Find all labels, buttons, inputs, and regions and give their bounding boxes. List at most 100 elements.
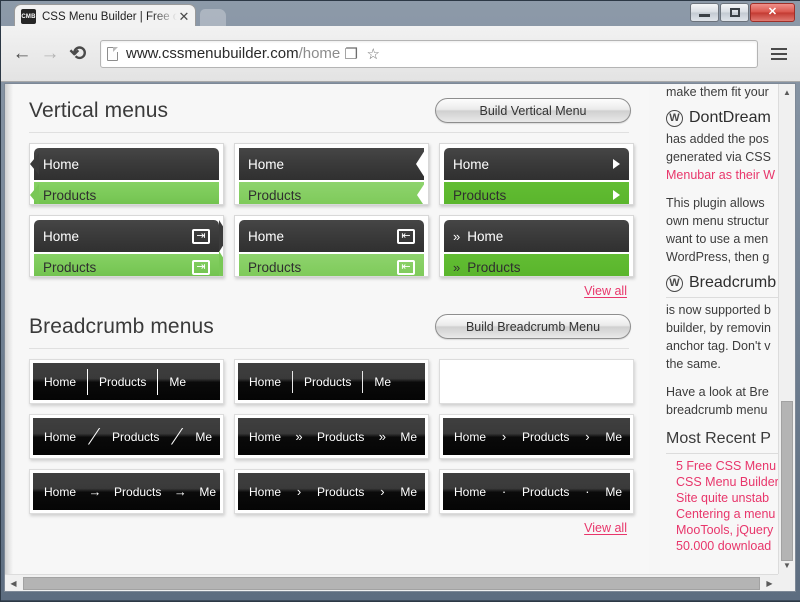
vertical-scroll-track[interactable] (779, 101, 795, 557)
maximize-icon (730, 8, 740, 17)
back-icon[interactable]: ← (8, 40, 36, 68)
breadcrumb-item[interactable]: Me (363, 375, 402, 389)
build-vertical-menu-button[interactable]: Build Vertical Menu (435, 98, 631, 123)
close-button[interactable]: ✕ (750, 3, 795, 22)
menu-item-home[interactable]: »Home (444, 220, 629, 252)
breadcrumb-item[interactable]: Home (33, 430, 87, 444)
breadcrumb-card[interactable]: Home›Products›Me (439, 414, 634, 459)
list-item[interactable]: MooTools, jQuery (676, 522, 778, 538)
breadcrumb-menu-grid: HomeProductsMe HomeProductsMe Home⟋Produ… (21, 359, 633, 514)
sidebar-line: WordPress, then g (666, 249, 778, 265)
menu-item-products[interactable]: Products (239, 182, 424, 205)
list-item[interactable]: 5 Free CSS Menu (676, 458, 778, 474)
reload-icon[interactable]: ⟳ (64, 40, 92, 68)
breadcrumb-item[interactable]: Me (184, 430, 220, 444)
slash-separator-icon: ⟋ (88, 424, 99, 450)
menu-item-home[interactable]: Home (34, 148, 219, 180)
scroll-left-icon[interactable]: ◀ (5, 579, 22, 588)
sidebar-post-header: W DontDream (666, 109, 778, 127)
browser-tab[interactable]: CMB CSS Menu Builder | Free on ✕ (14, 4, 196, 28)
build-breadcrumb-menu-button[interactable]: Build Breadcrumb Menu (435, 314, 631, 339)
breadcrumb-card[interactable]: Home·Products·Me (439, 469, 634, 514)
scroll-up-icon[interactable]: ▲ (779, 84, 795, 101)
breadcrumb-item[interactable]: Me (389, 430, 425, 444)
vertical-menu-card[interactable]: Home Products (439, 143, 634, 205)
vertical-menu-card[interactable]: Home Products (29, 143, 224, 205)
forward-icon[interactable]: → (36, 40, 64, 68)
menu-item-products[interactable]: Products (34, 182, 219, 205)
breadcrumb-card[interactable]: Home»Products»Me (234, 414, 429, 459)
breadcrumb-item[interactable]: Me (389, 485, 425, 499)
minimize-button[interactable] (690, 3, 719, 22)
breadcrumb-item[interactable]: Home (33, 485, 87, 499)
sidebar-link-line[interactable]: Menubar as their W (666, 167, 778, 183)
menu-item-home[interactable]: Home (444, 148, 629, 180)
scroll-down-icon[interactable]: ▼ (779, 557, 795, 574)
breadcrumb-item[interactable]: Home (443, 485, 497, 499)
address-bar[interactable]: www.cssmenubuilder.com/home ❐ ☆ (100, 40, 758, 68)
menu-item-home[interactable]: Home⇤ (239, 220, 424, 252)
bookmark-star-icon[interactable]: ☆ (362, 45, 384, 63)
double-chevron-separator-icon: » (375, 429, 389, 444)
horizontal-scroll-thumb[interactable] (23, 577, 760, 590)
breadcrumb-item[interactable]: Home (238, 485, 292, 499)
list-item[interactable]: CSS Menu Builder (676, 474, 778, 490)
breadcrumb-item[interactable]: Products (293, 375, 362, 389)
menu-item-home[interactable]: Home⇥ (34, 220, 219, 252)
breadcrumb-card[interactable]: HomeProductsMe (29, 359, 224, 404)
vertical-scrollbar[interactable]: ▲ ▼ (778, 84, 795, 574)
close-tab-icon[interactable]: ✕ (177, 10, 191, 23)
breadcrumb-card[interactable]: HomeProductsMe (234, 359, 429, 404)
scroll-right-icon[interactable]: ▶ (761, 579, 778, 588)
breadcrumb-item[interactable]: Home (238, 430, 292, 444)
breadcrumb-item[interactable]: Home (238, 375, 292, 389)
horizontal-scrollbar[interactable]: ◀ ▶ (5, 574, 778, 591)
breadcrumb-empty (443, 363, 630, 400)
breadcrumb-item[interactable]: Products (511, 430, 580, 444)
browser-toolbar: ← → ⟳ www.cssmenubuilder.com/home ❐ ☆ (0, 26, 800, 82)
vertical-scroll-thumb[interactable] (781, 401, 793, 561)
breadcrumb-item[interactable]: Products (101, 430, 170, 444)
dot-separator-icon: · (497, 484, 511, 499)
breadcrumb-card[interactable]: Home→Products→Me (29, 469, 224, 514)
breadcrumb-item[interactable]: Products (88, 375, 157, 389)
breadcrumb-item[interactable]: Products (306, 430, 375, 444)
menu-item-products[interactable]: Products⇥ (34, 254, 219, 277)
breadcrumb-item[interactable]: Products (306, 485, 375, 499)
breadcrumb: Home»Products»Me (238, 418, 425, 455)
sidebar: make them fit your W DontDream has added… (660, 84, 778, 574)
list-item[interactable]: Site quite unstab (676, 490, 778, 506)
tab-title: CSS Menu Builder | Free on (42, 11, 177, 23)
breadcrumb-item[interactable]: Me (594, 485, 630, 499)
maximize-button[interactable] (720, 3, 749, 22)
breadcrumb-item[interactable]: Home (443, 430, 497, 444)
breadcrumb-card[interactable]: Home›Products›Me (234, 469, 429, 514)
menu-item-products[interactable]: Products⇤ (239, 254, 424, 277)
page-viewport: Vertical menus Build Vertical Menu Home … (4, 83, 796, 592)
view-all-breadcrumb-link[interactable]: View all (584, 521, 627, 535)
breadcrumb-item[interactable]: Me (158, 375, 197, 389)
vertical-view-all-wrap: View all (21, 277, 633, 300)
sidebar-top-fragment: make them fit your (666, 84, 778, 100)
new-tab-button[interactable] (200, 9, 226, 26)
translate-icon[interactable]: ❐ (340, 45, 362, 63)
vertical-menu-card[interactable]: Home Products (234, 143, 429, 205)
breadcrumb-item[interactable]: Home (33, 375, 87, 389)
vertical-menu-card[interactable]: »Home »Products (439, 215, 634, 277)
breadcrumb-card[interactable]: Home⟋Products⟋Me (29, 414, 224, 459)
view-all-vertical-link[interactable]: View all (584, 284, 627, 298)
breadcrumb-item[interactable]: Me (188, 485, 220, 499)
breadcrumb-item[interactable]: Products (103, 485, 172, 499)
breadcrumb-card-empty[interactable] (439, 359, 634, 404)
breadcrumb-item[interactable]: Products (511, 485, 580, 499)
menu-item-home[interactable]: Home (239, 148, 424, 180)
list-item[interactable]: Centering a menu (676, 506, 778, 522)
list-item[interactable]: 50.000 download (676, 538, 778, 554)
vertical-menu-card[interactable]: Home⇤ Products⇤ (234, 215, 429, 277)
breadcrumb-item[interactable]: Me (594, 430, 630, 444)
chrome-menu-icon[interactable] (766, 40, 792, 68)
menu-item-products[interactable]: Products (444, 182, 629, 205)
menu-item-products[interactable]: »Products (444, 254, 629, 277)
divider (666, 297, 778, 298)
vertical-menu-card[interactable]: Home⇥ Products⇥ (29, 215, 224, 277)
